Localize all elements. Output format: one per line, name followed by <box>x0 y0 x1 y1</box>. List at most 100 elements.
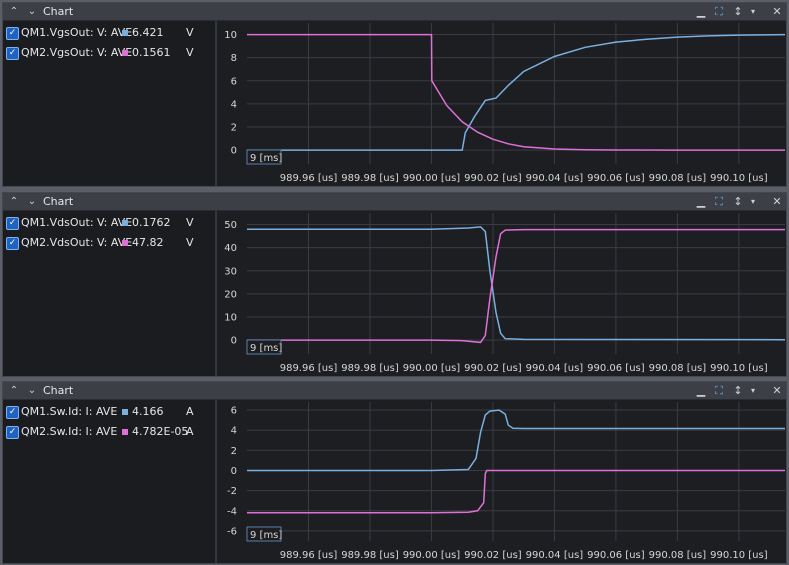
legend-panel: ✓ QM1.VgsOut: V: AVE 6.421 V ✓ QM2.VgsOu… <box>3 21 217 186</box>
x-tick-label: 989.98 [us] <box>341 363 399 374</box>
series-swatch <box>122 240 128 246</box>
legend-row[interactable]: ✓ QM2.Sw.Id: I: AVE 4.782E-05 A <box>6 423 211 441</box>
x-tick-label: 990.10 [us] <box>710 550 768 561</box>
x-tick-label: 989.96 [us] <box>280 363 338 374</box>
y-tick-label: 4 <box>231 99 237 110</box>
x-tick-label: 989.98 [us] <box>341 173 399 184</box>
series-value: 4.782E-05 <box>132 425 189 438</box>
chevron-down-icon[interactable]: ⌄ <box>25 193 39 210</box>
x-tick-label: 990.10 [us] <box>710 363 768 374</box>
x-tick-label: 990.04 [us] <box>526 550 584 561</box>
series-name: QM1.VgsOut: V: AVE <box>21 26 133 39</box>
series-line-2 <box>247 33 785 151</box>
fit-y-icon[interactable]: ↕ <box>730 3 746 20</box>
series-swatch <box>122 220 128 226</box>
series-value: 0.1561 <box>132 46 171 59</box>
y-tick-label: -2 <box>227 486 237 497</box>
legend-panel: ✓ QM1.Sw.Id: I: AVE 4.166 A ✓ QM2.Sw.Id:… <box>3 400 217 563</box>
checkbox[interactable]: ✓ <box>6 237 19 250</box>
x-tick-label: 990.04 [us] <box>526 173 584 184</box>
time-offset-label: 9 [ms] <box>250 153 282 164</box>
chevron-up-icon[interactable]: ⌃ <box>7 3 21 20</box>
series-unit: A <box>186 425 194 438</box>
minimize-icon[interactable]: ▁ <box>693 382 709 399</box>
series-line-1 <box>247 33 786 151</box>
x-tick-label: 990.08 [us] <box>649 173 707 184</box>
chevron-down-icon[interactable]: ⌄ <box>25 3 39 20</box>
series-value: 47.82 <box>132 236 164 249</box>
checkbox[interactable]: ✓ <box>6 426 19 439</box>
checkbox[interactable]: ✓ <box>6 406 19 419</box>
y-tick-label: 8 <box>231 53 237 64</box>
chevron-up-icon[interactable]: ⌃ <box>7 382 21 399</box>
close-icon[interactable]: ✕ <box>769 3 785 20</box>
y-tick-label: 6 <box>231 76 237 87</box>
plot-area[interactable]: 0 2 4 6 8 10 989.96 [us] 989.98 [us] 990.00 [us]… <box>217 21 786 186</box>
fit-y-icon[interactable]: ↕ <box>730 382 746 399</box>
series-unit: V <box>186 26 194 39</box>
checkbox[interactable]: ✓ <box>6 47 19 60</box>
series-swatch <box>122 50 128 56</box>
dropdown-arrow-icon[interactable]: ▾ <box>745 193 761 210</box>
x-tick-label: 989.96 [us] <box>280 550 338 561</box>
series-unit: V <box>186 46 194 59</box>
dropdown-arrow-icon[interactable]: ▾ <box>745 382 761 399</box>
y-tick-label: 10 <box>224 30 237 41</box>
series-line-2 <box>247 469 785 514</box>
legend-row[interactable]: ✓ QM2.VgsOut: V: AVE 0.1561 V <box>6 44 211 62</box>
legend-row[interactable]: ✓ QM2.VdsOut: V: AVE 47.82 V <box>6 234 211 252</box>
time-offset-label: 9 [ms] <box>250 530 282 541</box>
fit-all-icon[interactable]: ⛶ <box>711 3 727 20</box>
y-tick-label: -6 <box>227 526 237 537</box>
time-offset-label: 9 [ms] <box>250 343 282 354</box>
x-tick-label: 990.00 [us] <box>403 363 461 374</box>
checkbox[interactable]: ✓ <box>6 217 19 230</box>
time-offset-badge: 9 [ms] <box>246 149 282 165</box>
series-line-1 <box>247 409 785 472</box>
checkbox[interactable]: ✓ <box>6 27 19 40</box>
legend-row[interactable]: ✓ QM1.VdsOut: V: AVE 0.1762 V <box>6 214 211 232</box>
time-offset-badge: 9 [ms] <box>246 339 282 355</box>
chevron-down-icon[interactable]: ⌄ <box>25 382 39 399</box>
chart-svg[interactable]: 0 10 20 30 40 50 989.96 [us] 989.98 [us] 990.00 … <box>217 211 786 376</box>
series-name: QM1.Sw.Id: I: AVE <box>21 405 118 418</box>
x-tick-label: 990.08 [us] <box>649 550 707 561</box>
x-tick-label: 990.02 [us] <box>464 173 522 184</box>
series-line-1 <box>247 226 786 341</box>
x-tick-label: 990.06 [us] <box>587 363 645 374</box>
series-swatch <box>122 409 128 415</box>
series-name: QM1.VdsOut: V: AVE <box>21 216 133 229</box>
fit-y-icon[interactable]: ↕ <box>730 193 746 210</box>
series-name: QM2.Sw.Id: I: AVE <box>21 425 118 438</box>
legend-row[interactable]: ✓ QM1.Sw.Id: I: AVE 4.166 A <box>6 403 211 421</box>
plot-area[interactable]: 0 10 20 30 40 50 989.96 [us] 989.98 [us] 990.00 … <box>217 211 786 376</box>
legend-row[interactable]: ✓ QM1.VgsOut: V: AVE 6.421 V <box>6 24 211 42</box>
series-swatch <box>122 30 128 36</box>
minimize-icon[interactable]: ▁ <box>693 3 709 20</box>
series-value: 0.1762 <box>132 216 171 229</box>
y-tick-label: -4 <box>227 506 237 517</box>
chevron-up-icon[interactable]: ⌃ <box>7 193 21 210</box>
close-icon[interactable]: ✕ <box>769 193 785 210</box>
y-tick-label: 10 <box>224 313 237 324</box>
chart-panel-1: ⌃ ⌄ Chart ▁ ⛶ ↕ ▾ ✕ ✓ QM1.VgsOut: V: AVE… <box>2 2 787 187</box>
series-value: 4.166 <box>132 405 164 418</box>
chart-svg[interactable]: -6 -4 -2 0 2 4 6 989.96 [us] 989.98 [us] 990.00 [… <box>217 400 786 563</box>
panel-titlebar: ⌃ ⌄ Chart ▁ ⛶ ↕ ▾ ✕ <box>3 382 786 400</box>
chart-svg[interactable]: 0 2 4 6 8 10 989.96 [us] 989.98 [us] 990.00 [us]… <box>217 21 786 186</box>
y-tick-label: 20 <box>224 289 237 300</box>
series-name: QM2.VdsOut: V: AVE <box>21 236 133 249</box>
x-tick-label: 989.98 [us] <box>341 550 399 561</box>
plot-area[interactable]: -6 -4 -2 0 2 4 6 989.96 [us] 989.98 [us] 990.00 [… <box>217 400 786 563</box>
fit-all-icon[interactable]: ⛶ <box>711 193 727 210</box>
panel-titlebar: ⌃ ⌄ Chart ▁ ⛶ ↕ ▾ ✕ <box>3 3 786 21</box>
series-value: 6.421 <box>132 26 164 39</box>
chart-panel-2: ⌃ ⌄ Chart ▁ ⛶ ↕ ▾ ✕ ✓ QM1.VdsOut: V: AVE… <box>2 192 787 377</box>
x-tick-label: 990.04 [us] <box>526 363 584 374</box>
minimize-icon[interactable]: ▁ <box>693 193 709 210</box>
x-tick-label: 990.08 [us] <box>649 363 707 374</box>
y-tick-label: 4 <box>231 426 237 437</box>
fit-all-icon[interactable]: ⛶ <box>711 382 727 399</box>
dropdown-arrow-icon[interactable]: ▾ <box>745 3 761 20</box>
close-icon[interactable]: ✕ <box>769 382 785 399</box>
